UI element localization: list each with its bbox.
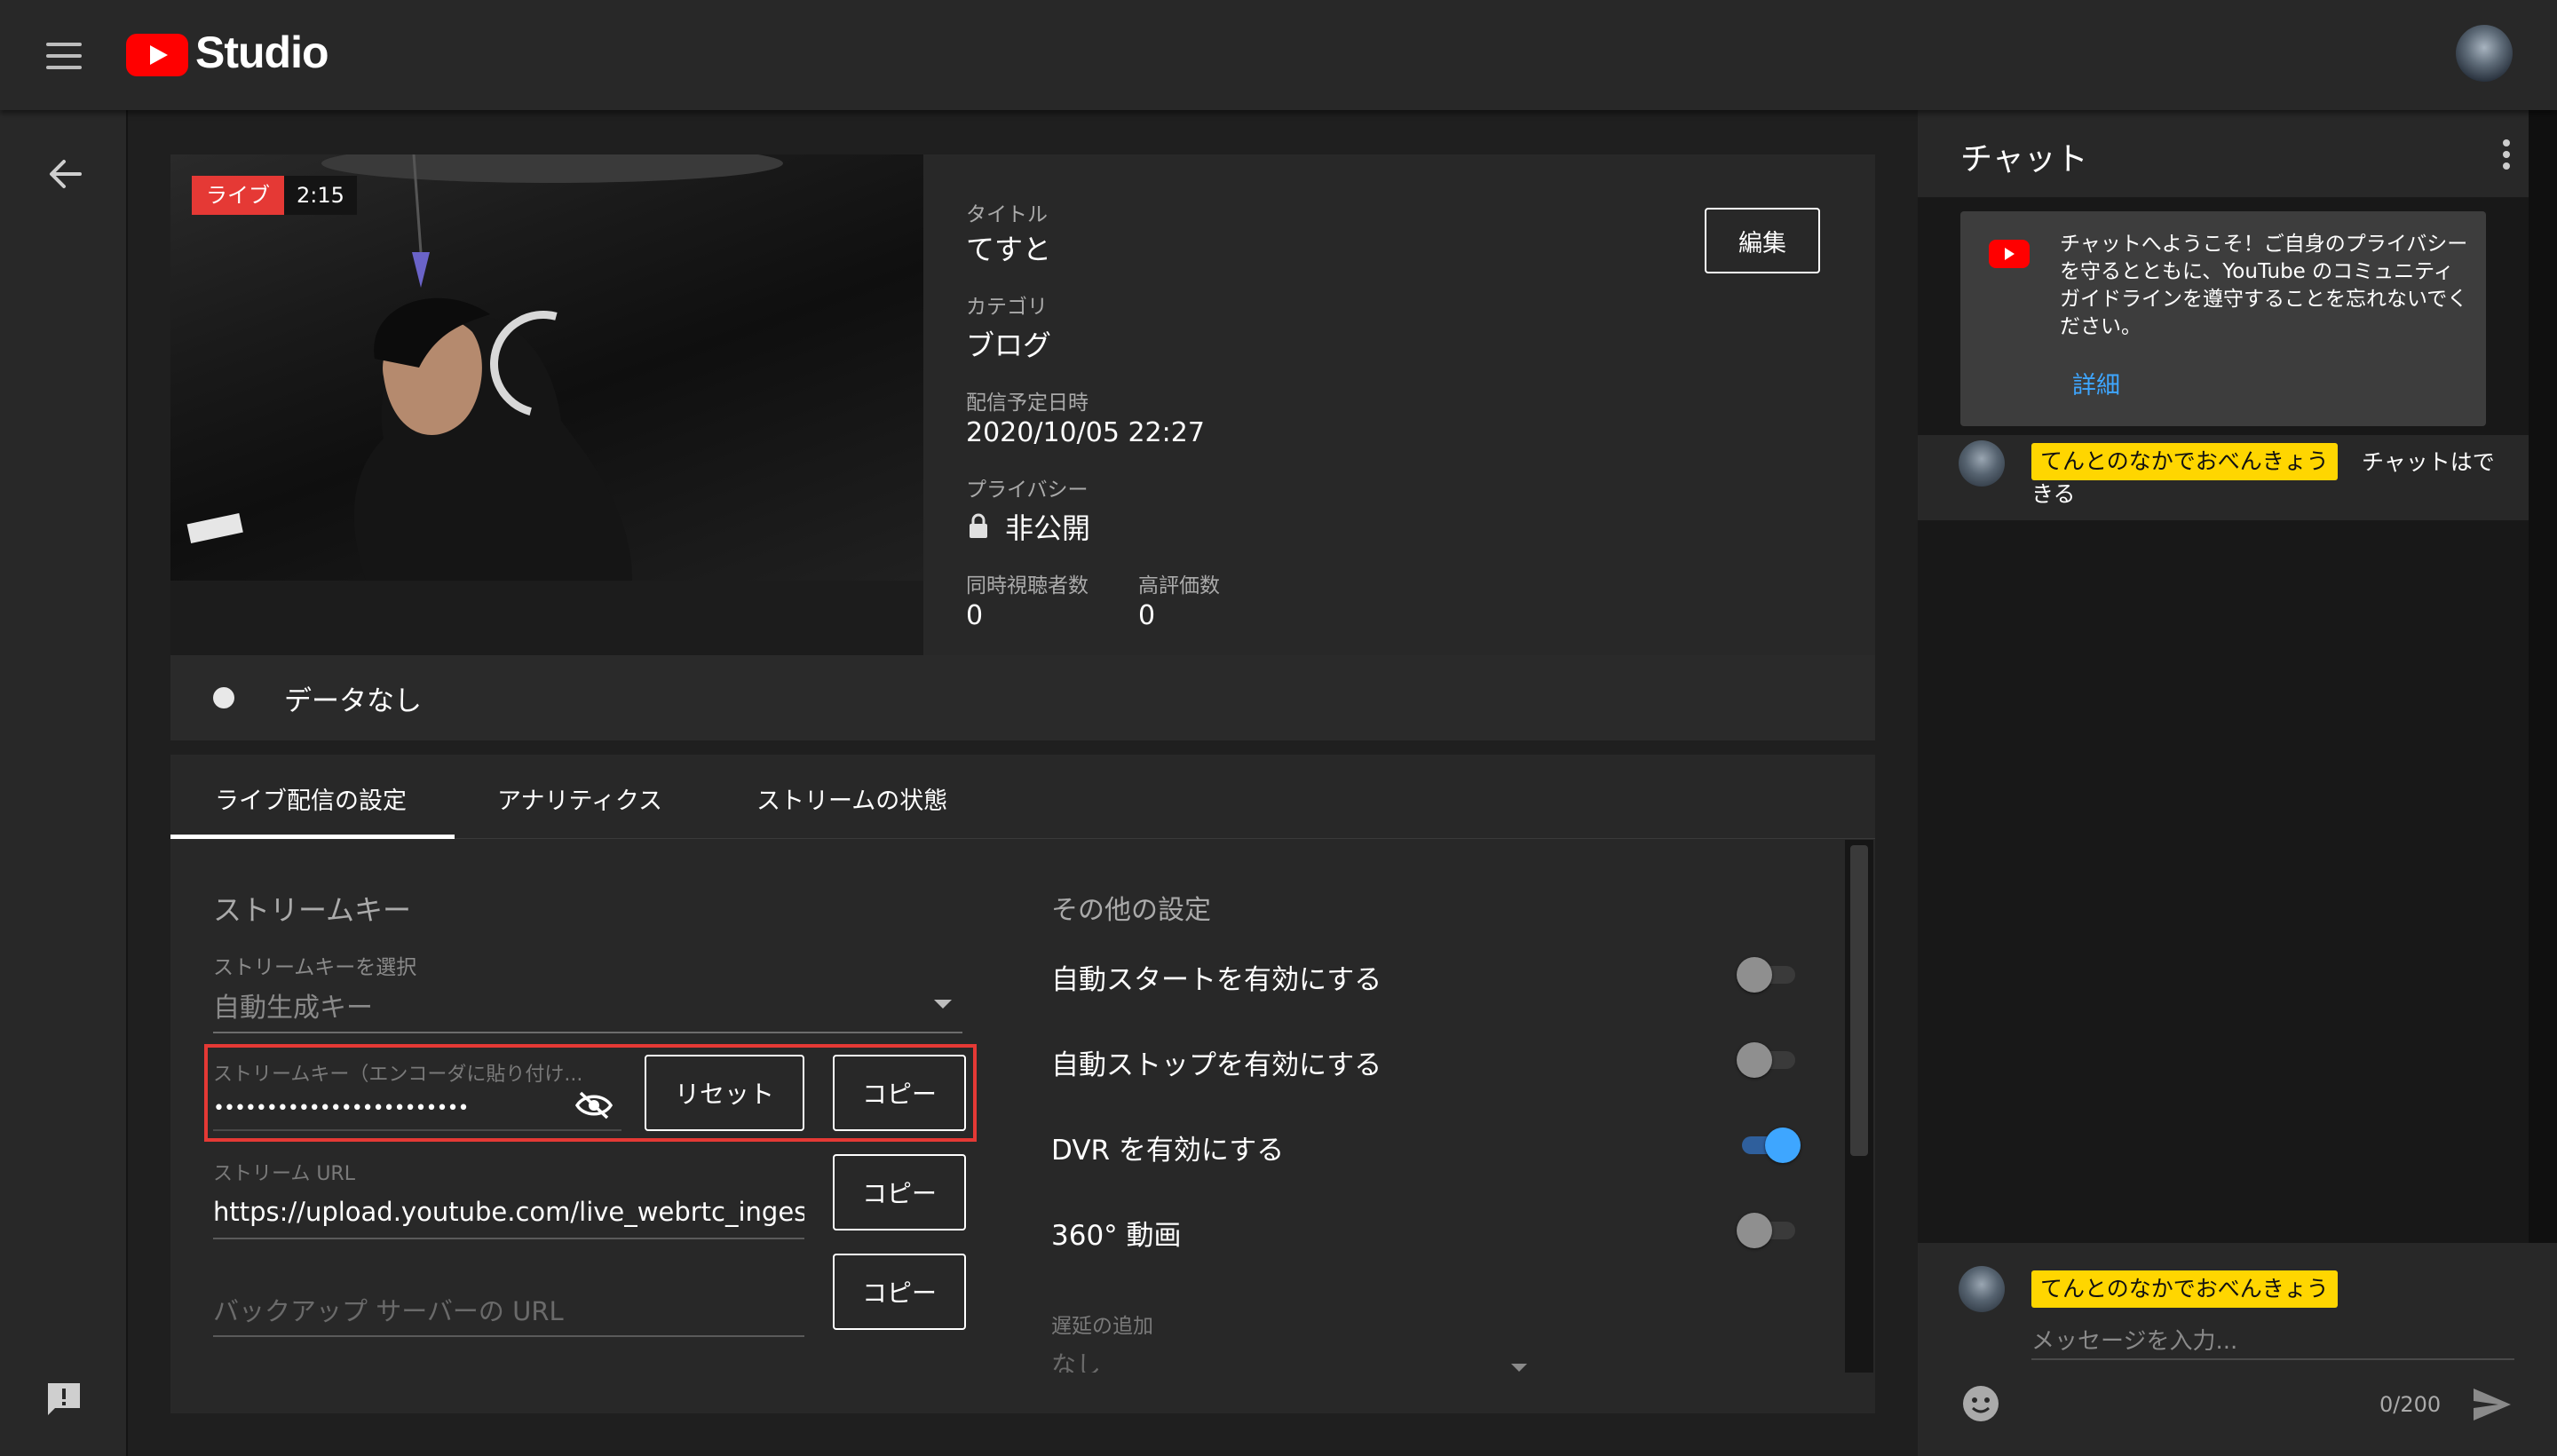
stream-status-bar	[170, 655, 1875, 740]
copy-backup-url-button[interactable]: コピー	[833, 1254, 966, 1330]
status-text: データなし	[284, 685, 422, 717]
chat-scroll-area[interactable]	[2529, 110, 2557, 1246]
send-icon[interactable]	[2472, 1387, 2513, 1422]
copy-stream-url-button[interactable]: コピー	[833, 1154, 966, 1230]
back-arrow-icon[interactable]	[48, 156, 83, 192]
stream-url-field[interactable]: https://upload.youtube.com/live_webrtc_i…	[213, 1197, 804, 1227]
scheduled-value: 2020/10/05 22:27	[966, 417, 1205, 448]
stream-url-label: ストリーム URL	[213, 1163, 355, 1185]
dvr-toggle[interactable]	[1737, 1128, 1801, 1163]
app-title: Studio	[195, 28, 329, 77]
category-label: カテゴリ	[966, 296, 1048, 319]
privacy-value: 非公開	[1005, 511, 1091, 545]
latency-dropdown-arrow-icon[interactable]	[1511, 1364, 1527, 1372]
live-time: 2:15	[284, 176, 357, 215]
welcome-details-link[interactable]: 詳細	[2072, 366, 2120, 400]
stream-key-select-value[interactable]: 自動生成キー	[213, 985, 373, 1025]
video-preview[interactable]: ライブ 2:15	[170, 154, 923, 581]
360-video-toggle[interactable]	[1737, 1213, 1801, 1248]
scheduled-label: 配信予定日時	[966, 392, 1089, 415]
chat-message-input[interactable]: メッセージを入力...	[2031, 1323, 2237, 1356]
welcome-text: チャットへようこそ！ご自身のプライバシーを守るとともに、YouTube のコミュ…	[2060, 233, 2468, 338]
chat-input-underline	[2031, 1358, 2514, 1360]
likes-value: 0	[1138, 600, 1156, 631]
stream-key-field-label: ストリームキー（エンコーダに貼り付け...	[213, 1064, 583, 1086]
tab-live-settings[interactable]: ライブ配信の設定	[215, 781, 407, 816]
copy-stream-key-button[interactable]: コピー	[833, 1055, 966, 1131]
latency-label: 遅延の追加	[1051, 1315, 1153, 1338]
active-tab-indicator	[170, 835, 455, 839]
auto-start-toggle[interactable]	[1737, 957, 1801, 993]
message-text: チャットはできる	[2031, 449, 2495, 507]
privacy-label: プライバシー	[966, 479, 1089, 502]
lock-icon	[968, 513, 991, 540]
reset-stream-key-button[interactable]: リセット	[645, 1055, 804, 1131]
select-underline	[213, 1032, 962, 1033]
auto-start-label: 自動スタートを有効にする	[1051, 964, 1382, 996]
stream-url-underline	[213, 1238, 804, 1239]
more-options-icon[interactable]	[2502, 138, 2511, 170]
input-author-avatar	[1959, 1266, 2005, 1312]
youtube-small-icon	[1989, 240, 2030, 268]
title-value: てすと	[966, 233, 1052, 266]
auto-stop-label: 自動ストップを有効にする	[1051, 1049, 1382, 1081]
other-settings-title: その他の設定	[1051, 895, 1211, 926]
feedback-icon[interactable]	[44, 1380, 83, 1419]
stream-key-underline	[213, 1129, 621, 1131]
backup-url-field[interactable]: バックアップ サーバーの URL	[213, 1291, 564, 1328]
chat-char-counter: 0/200	[2379, 1392, 2442, 1417]
stream-key-section-title: ストリームキー	[213, 893, 412, 927]
edit-button[interactable]: 編集	[1705, 208, 1820, 273]
status-dot-icon	[213, 687, 234, 708]
live-badge: ライブ 2:15	[192, 176, 357, 215]
category-value: ブログ	[966, 328, 1052, 362]
live-label: ライブ	[192, 176, 284, 215]
likes-label: 高評価数	[1138, 574, 1220, 597]
input-author-chip: てんとのなかでおべんきょう	[2031, 1270, 2338, 1308]
title-label: タイトル	[966, 203, 1048, 226]
tab-analytics[interactable]: アナリティクス	[497, 781, 662, 816]
backup-url-underline	[213, 1335, 804, 1337]
left-rail	[0, 110, 128, 1456]
viewers-value: 0	[966, 600, 984, 631]
tab-stream-health[interactable]: ストリームの状態	[756, 781, 947, 816]
dvr-label: DVR を有効にする	[1051, 1135, 1285, 1167]
chat-title: チャット	[1960, 141, 2088, 178]
hamburger-menu-icon[interactable]	[46, 43, 82, 69]
settings-scroll-thumb[interactable]	[1850, 845, 1868, 1156]
top-app-bar	[0, 0, 2557, 110]
stream-key-select-label: ストリームキーを選択	[213, 956, 417, 979]
visibility-off-icon[interactable]	[574, 1090, 614, 1120]
account-avatar[interactable]	[2456, 25, 2513, 82]
latency-select[interactable]: なし	[1051, 1346, 1101, 1373]
stream-key-field[interactable]: ••••••••••••••••••••••••	[213, 1097, 469, 1120]
video-controls-area	[170, 581, 923, 655]
viewers-label: 同時視聴者数	[966, 574, 1089, 597]
360-video-label: 360° 動画	[1051, 1220, 1182, 1252]
dropdown-arrow-icon[interactable]	[934, 1000, 952, 1009]
youtube-logo-icon[interactable]	[126, 34, 188, 76]
message-author-avatar	[1959, 440, 2005, 487]
emoji-icon[interactable]	[1962, 1385, 1999, 1422]
auto-stop-toggle[interactable]	[1737, 1042, 1801, 1078]
